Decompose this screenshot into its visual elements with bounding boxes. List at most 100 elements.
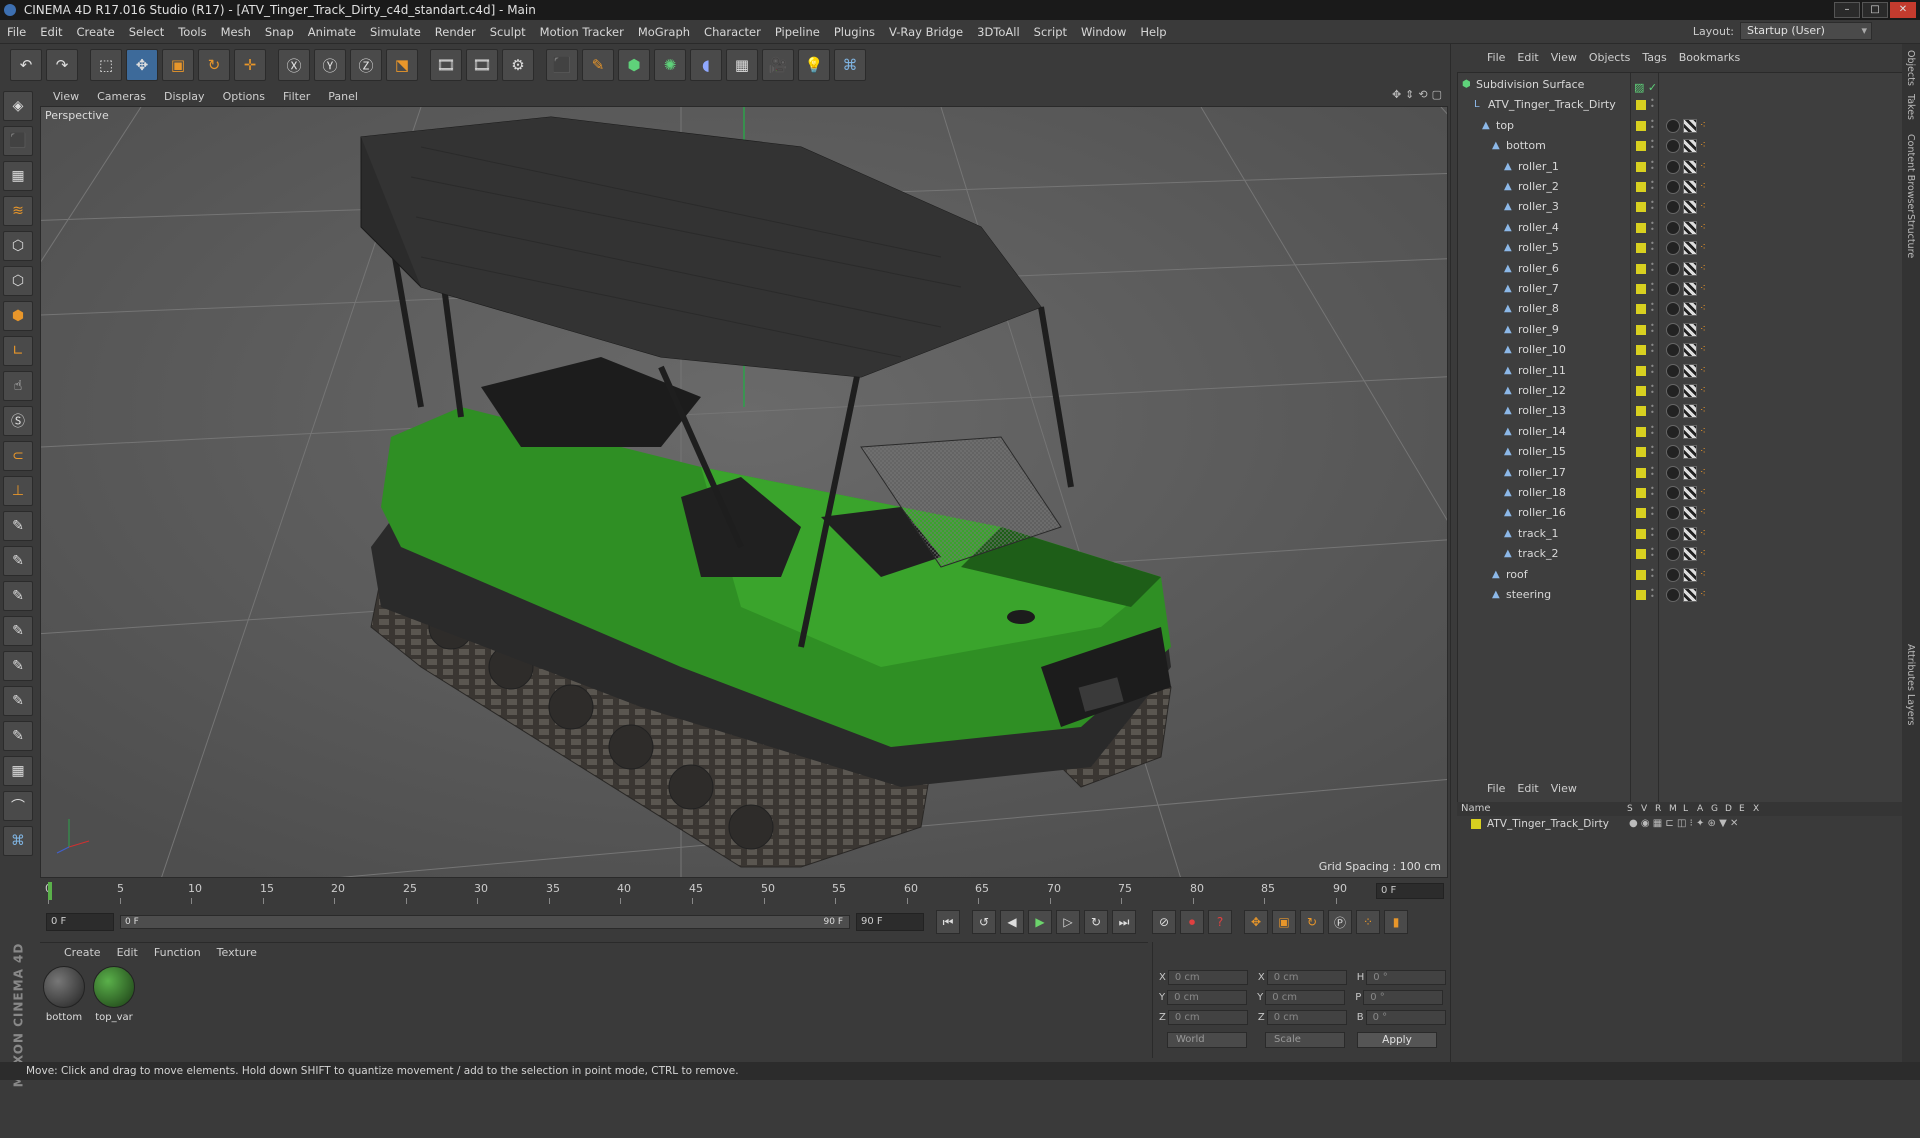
layer-column-header[interactable]: E <box>1739 802 1745 816</box>
layer-menu-edit[interactable]: Edit <box>1511 782 1544 795</box>
cube-primitive-icon[interactable]: ⬛ <box>546 49 578 81</box>
magnet-icon[interactable]: ⌒ <box>3 791 33 821</box>
material-tag-icon[interactable] <box>1666 200 1680 215</box>
visibility-dots-icon[interactable]: • • <box>1650 505 1655 520</box>
zoom-view-icon[interactable]: ⇕ <box>1405 88 1414 101</box>
object-row[interactable]: ▲ roller_11 • • ⁖ <box>1458 361 1904 381</box>
object-row[interactable]: ▲ steering • • ⁖ <box>1458 585 1904 605</box>
object-manager-tree[interactable]: ⬢ Subdivision Surface ▨ ✓ L ATV_Tinger_Track… <box>1457 72 1904 809</box>
y-position-field[interactable]: 0 cm <box>1167 990 1248 1005</box>
phong-tag-icon[interactable]: ⁖ <box>1700 568 1712 582</box>
layer-color-icon[interactable] <box>1636 345 1646 356</box>
menu-render[interactable]: Render <box>428 20 483 44</box>
y-size-field[interactable]: 0 cm <box>1265 990 1346 1005</box>
object-row[interactable]: ▲ roller_18 • • ⁖ <box>1458 483 1904 503</box>
phong-tag-icon[interactable]: ⁖ <box>1700 241 1712 255</box>
visibility-dots-icon[interactable]: • • <box>1650 566 1655 582</box>
object-row[interactable]: L ATV_Tinger_Track_Dirty • • <box>1458 95 1904 115</box>
object-row[interactable]: ▲ top • • ⁖ <box>1458 116 1904 136</box>
layer-column-header[interactable]: D <box>1725 802 1732 816</box>
object-row[interactable]: ▲ roller_15 • • ⁖ <box>1458 442 1904 462</box>
texture-tag-icon[interactable] <box>1683 241 1697 256</box>
object-row[interactable]: ▲ track_2 • • ⁖ <box>1458 544 1904 564</box>
layer-color-icon[interactable] <box>1636 508 1646 519</box>
material-tag-icon[interactable] <box>1666 118 1680 133</box>
visibility-dots-icon[interactable]: • • <box>1650 383 1655 398</box>
layer-row[interactable]: ATV_Tinger_Track_Dirty ● ◉ ▦ ⊏ ◫ ⁝ ✦ ⊛ ▼… <box>1457 816 1903 832</box>
start-frame-field[interactable]: 0 F <box>46 913 114 931</box>
key-scale-icon[interactable]: ▣ <box>1272 910 1296 934</box>
visibility-dots-icon[interactable]: • • <box>1650 199 1655 214</box>
menu-script[interactable]: Script <box>1027 20 1074 44</box>
visibility-dots-icon[interactable]: • • <box>1650 342 1655 357</box>
menu-v-ray-bridge[interactable]: V-Ray Bridge <box>882 20 970 44</box>
visibility-dots-icon[interactable]: • • <box>1650 219 1655 235</box>
texture-tag-icon[interactable] <box>1683 384 1697 398</box>
texture-tag-icon[interactable] <box>1683 118 1697 133</box>
sculpt-brush-1-icon[interactable]: ✎ <box>3 511 33 541</box>
texture-tag-icon[interactable] <box>1683 139 1697 154</box>
material-tag-icon[interactable] <box>1666 261 1680 276</box>
layer-color-icon[interactable] <box>1636 202 1646 213</box>
minimize-button[interactable]: – <box>1834 2 1860 18</box>
visibility-dots-icon[interactable]: • • <box>1650 301 1655 316</box>
key-pla-icon[interactable]: ⁘ <box>1356 910 1380 934</box>
layer-color-icon[interactable] <box>1636 243 1646 254</box>
material-tag-icon[interactable] <box>1666 139 1680 154</box>
texture-tag-icon[interactable] <box>1683 424 1697 439</box>
floor-scene-icon[interactable]: ▦ <box>726 49 758 81</box>
layer-column-header[interactable]: V <box>1641 802 1647 816</box>
menu-mograph[interactable]: MoGraph <box>631 20 697 44</box>
object-row[interactable]: ▲ roller_17 • • ⁖ <box>1458 463 1904 483</box>
material-menu-texture[interactable]: Texture <box>209 946 265 959</box>
pan-view-icon[interactable]: ✥ <box>1392 88 1401 101</box>
visibility-dots-icon[interactable]: • • <box>1650 97 1655 112</box>
object-menu-bookmarks[interactable]: Bookmarks <box>1673 51 1746 64</box>
layer-color-icon[interactable] <box>1636 161 1646 172</box>
visibility-dots-icon[interactable]: • • <box>1650 138 1655 153</box>
layer-color-icon[interactable] <box>1636 549 1646 560</box>
menu-window[interactable]: Window <box>1074 20 1133 44</box>
sculpt-brush-3-icon[interactable]: ✎ <box>3 581 33 611</box>
texture-tag-icon[interactable] <box>1683 567 1697 582</box>
layer-color-icon[interactable] <box>1636 467 1646 478</box>
h-rotation-field[interactable]: 0 ° <box>1366 970 1447 985</box>
layer-color-icon[interactable] <box>1636 590 1646 600</box>
points-mode-icon[interactable]: ⬡ <box>3 231 33 261</box>
phong-tag-icon[interactable]: ⁖ <box>1700 466 1712 480</box>
layer-color-icon[interactable] <box>1636 182 1646 192</box>
texture-tag-icon[interactable] <box>1683 506 1697 521</box>
render-view-icon[interactable]: 🎞 <box>430 49 462 81</box>
axis-mode-icon[interactable]: ∟ <box>3 336 33 366</box>
layer-toggle-icons[interactable]: ● ◉ ▦ ⊏ ◫ ⁝ ✦ ⊛ ▼ ✕ <box>1629 816 1738 832</box>
viewport-menu-display[interactable]: Display <box>155 90 214 103</box>
texture-tag-icon[interactable] <box>1683 547 1697 562</box>
texture-tag-icon[interactable] <box>1683 363 1697 378</box>
layer-color-icon[interactable] <box>1636 528 1646 539</box>
move-tool-icon[interactable]: ✥ <box>126 49 158 81</box>
material-menu-edit[interactable]: Edit <box>109 946 146 959</box>
phong-tag-icon[interactable]: ⁖ <box>1700 221 1712 235</box>
object-menu-tags[interactable]: Tags <box>1636 51 1672 64</box>
material-tag-icon[interactable] <box>1666 506 1680 521</box>
visibility-dots-icon[interactable]: • • <box>1650 117 1655 133</box>
menu-3dtoall[interactable]: 3DToAll <box>970 20 1027 44</box>
key-parameter-icon[interactable]: Ⓟ <box>1328 910 1352 934</box>
maximize-button[interactable]: □ <box>1862 2 1888 18</box>
sculpt-brush-6-icon[interactable]: ✎ <box>3 686 33 716</box>
material-tag-icon[interactable] <box>1666 567 1680 582</box>
object-row[interactable]: ▲ roller_2 • • ⁖ <box>1458 177 1904 197</box>
b-rotation-field[interactable]: 0 ° <box>1365 1010 1446 1025</box>
material-tag-icon[interactable] <box>1666 465 1680 480</box>
next-frame-icon[interactable]: ▷ <box>1056 910 1080 934</box>
x-size-field[interactable]: 0 cm <box>1266 970 1347 985</box>
visibility-dots-icon[interactable]: • • <box>1650 158 1655 174</box>
object-menu-file[interactable]: File <box>1481 51 1511 64</box>
visibility-dots-icon[interactable]: • • <box>1650 260 1655 276</box>
current-frame-field[interactable]: 0 F <box>1376 883 1444 899</box>
go-to-start-icon[interactable]: ⏮ <box>936 910 960 934</box>
texture-tag-icon[interactable] <box>1683 220 1697 235</box>
material-tag-icon[interactable] <box>1666 547 1680 562</box>
phong-tag-icon[interactable]: ⁖ <box>1700 404 1712 418</box>
material-tag-icon[interactable] <box>1666 343 1680 358</box>
